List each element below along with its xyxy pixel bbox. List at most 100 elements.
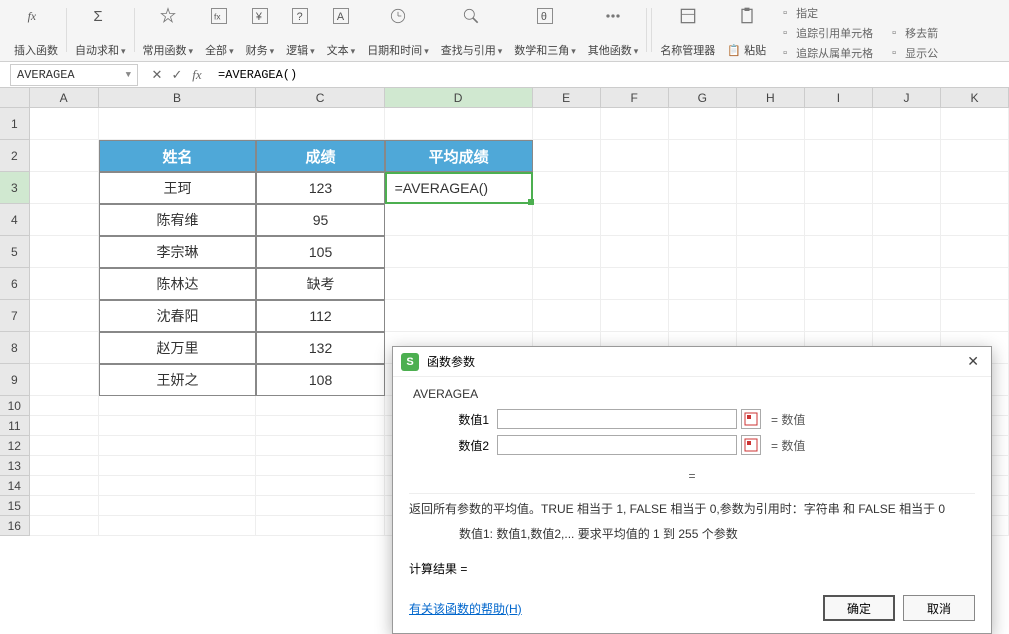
cell-E4[interactable] (533, 204, 601, 236)
close-icon[interactable]: ✕ (963, 353, 983, 370)
cell-E2[interactable] (533, 140, 601, 172)
select-all-corner[interactable] (0, 88, 30, 107)
ribbon-常用函数[interactable]: 常用函数▾ (137, 4, 200, 60)
fx-icon[interactable]: fx (188, 67, 206, 83)
cell-B4[interactable]: 陈宥维 (99, 204, 257, 236)
cell-B11[interactable] (99, 416, 257, 436)
cell-B13[interactable] (99, 456, 257, 476)
row-header-1[interactable]: 1 (0, 108, 30, 140)
cell-J4[interactable] (873, 204, 941, 236)
cell-D2[interactable]: 平均成绩 (385, 140, 533, 172)
cancel-formula-icon[interactable]: ✕ (148, 67, 166, 83)
row-header-14[interactable]: 14 (0, 476, 30, 496)
cell-B6[interactable]: 陈林达 (99, 268, 257, 300)
range-select-icon[interactable] (741, 409, 761, 429)
cell-C13[interactable] (256, 456, 384, 476)
ribbon-文本[interactable]: A文本▾ (321, 4, 362, 60)
row-header-15[interactable]: 15 (0, 496, 30, 516)
cell-F2[interactable] (601, 140, 669, 172)
cell-A3[interactable] (30, 172, 99, 204)
ribbon-查找与引用[interactable]: 查找与引用▾ (435, 4, 509, 60)
cell-I6[interactable] (805, 268, 873, 300)
row-header-16[interactable]: 16 (0, 516, 30, 536)
cell-K2[interactable] (941, 140, 1009, 172)
cell-A11[interactable] (30, 416, 99, 436)
ok-button[interactable]: 确定 (823, 595, 895, 621)
cell-D5[interactable] (385, 236, 533, 268)
cell-H2[interactable] (737, 140, 805, 172)
cell-J3[interactable] (873, 172, 941, 204)
cell-A15[interactable] (30, 496, 99, 516)
cell-B2[interactable]: 姓名 (99, 140, 257, 172)
cell-C16[interactable] (256, 516, 384, 536)
cell-B9[interactable]: 王妍之 (99, 364, 257, 396)
cell-E6[interactable] (533, 268, 601, 300)
cell-A5[interactable] (30, 236, 99, 268)
cell-B1[interactable] (99, 108, 257, 140)
cell-A1[interactable] (30, 108, 99, 140)
cell-C10[interactable] (256, 396, 384, 416)
cell-J5[interactable] (873, 236, 941, 268)
cell-I3[interactable] (805, 172, 873, 204)
cell-C4[interactable]: 95 (256, 204, 384, 236)
cell-C3[interactable]: 123 (256, 172, 384, 204)
cell-C15[interactable] (256, 496, 384, 516)
cell-I7[interactable] (805, 300, 873, 332)
row-header-7[interactable]: 7 (0, 300, 30, 332)
cell-F6[interactable] (601, 268, 669, 300)
cell-K4[interactable] (941, 204, 1009, 236)
cell-F1[interactable] (601, 108, 669, 140)
cell-D3[interactable]: =AVERAGEA() (385, 172, 533, 204)
ribbon-插入函数[interactable]: fx插入函数 (8, 4, 64, 60)
cell-F3[interactable] (601, 172, 669, 204)
cell-I5[interactable] (805, 236, 873, 268)
col-header-E[interactable]: E (533, 88, 601, 107)
row-header-8[interactable]: 8 (0, 332, 30, 364)
cell-D4[interactable] (385, 204, 533, 236)
cell-A10[interactable] (30, 396, 99, 416)
row-header-10[interactable]: 10 (0, 396, 30, 416)
cell-A13[interactable] (30, 456, 99, 476)
cell-E5[interactable] (533, 236, 601, 268)
cell-B12[interactable] (99, 436, 257, 456)
cell-B3[interactable]: 王珂 (99, 172, 257, 204)
cell-A2[interactable] (30, 140, 99, 172)
ribbon-small-trace-prec[interactable]: ▫追踪引用单元格 (778, 24, 873, 42)
ribbon-自动求和[interactable]: Σ自动求和▾ (69, 4, 132, 60)
cell-H4[interactable] (737, 204, 805, 236)
cell-K3[interactable] (941, 172, 1009, 204)
cell-A4[interactable] (30, 204, 99, 236)
cell-A8[interactable] (30, 332, 99, 364)
cell-D1[interactable] (385, 108, 533, 140)
col-header-G[interactable]: G (669, 88, 737, 107)
cell-G5[interactable] (669, 236, 737, 268)
cell-D7[interactable] (385, 300, 533, 332)
cell-C8[interactable]: 132 (256, 332, 384, 364)
confirm-formula-icon[interactable]: ✓ (168, 67, 186, 83)
cell-E7[interactable] (533, 300, 601, 332)
ribbon-small-remove-arrow[interactable]: ▫移去箭 (887, 24, 938, 42)
row-header-11[interactable]: 11 (0, 416, 30, 436)
cancel-button[interactable]: 取消 (903, 595, 975, 621)
cell-H6[interactable] (737, 268, 805, 300)
cell-H7[interactable] (737, 300, 805, 332)
cell-F5[interactable] (601, 236, 669, 268)
cell-C5[interactable]: 105 (256, 236, 384, 268)
cell-G2[interactable] (669, 140, 737, 172)
cell-J6[interactable] (873, 268, 941, 300)
row-header-9[interactable]: 9 (0, 364, 30, 396)
cell-K7[interactable] (941, 300, 1009, 332)
cell-C14[interactable] (256, 476, 384, 496)
col-header-K[interactable]: K (941, 88, 1009, 107)
param-input-1[interactable] (497, 435, 737, 455)
cell-C7[interactable]: 112 (256, 300, 384, 332)
row-header-6[interactable]: 6 (0, 268, 30, 300)
cell-H1[interactable] (737, 108, 805, 140)
cell-F4[interactable] (601, 204, 669, 236)
cell-G7[interactable] (669, 300, 737, 332)
col-header-F[interactable]: F (601, 88, 669, 107)
param-input-0[interactable] (497, 409, 737, 429)
col-header-A[interactable]: A (30, 88, 99, 107)
cell-B5[interactable]: 李宗琳 (99, 236, 257, 268)
cell-A6[interactable] (30, 268, 99, 300)
